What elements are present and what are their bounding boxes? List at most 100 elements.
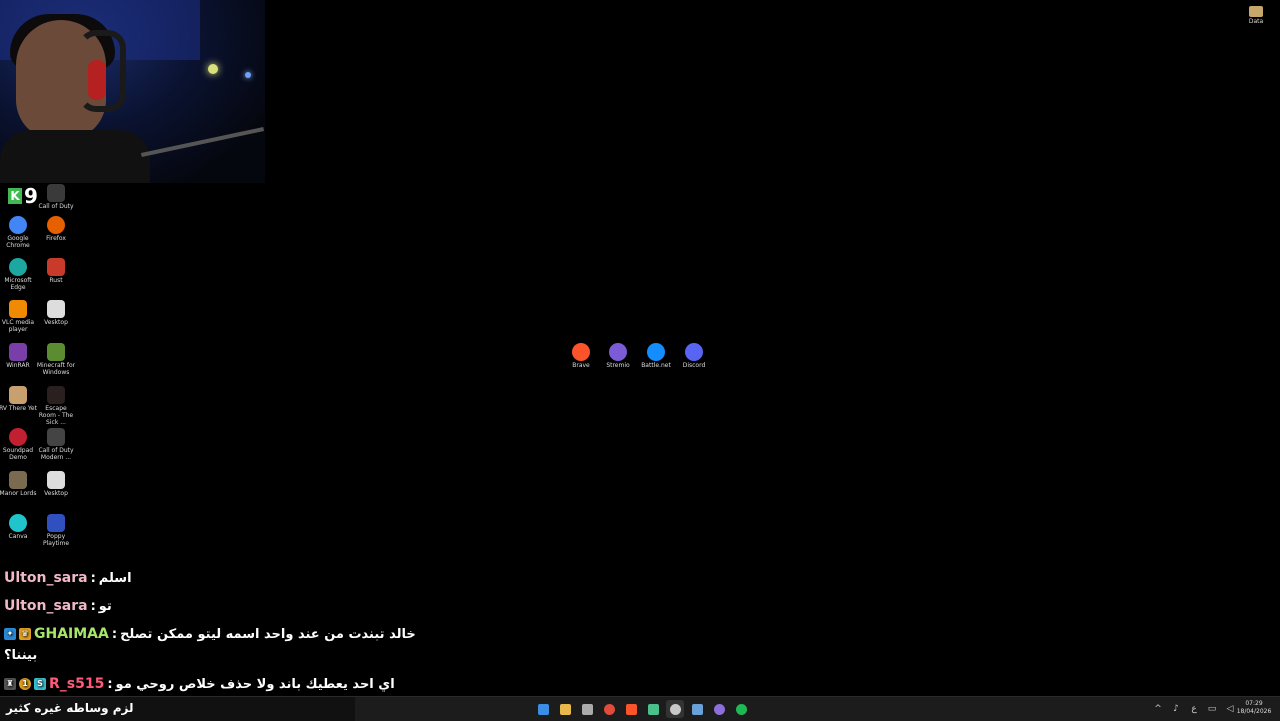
chevron-up-icon[interactable]: ^: [1152, 704, 1164, 714]
discord-icon: [685, 343, 703, 361]
vlc-icon: [9, 300, 27, 318]
desktop-icon[interactable]: Battle.net: [636, 343, 676, 369]
desktop-icon[interactable]: Rust: [36, 258, 76, 284]
chat-message: ✦ ♛ GHAIMAA : خالد تبندت من عند واحد اسم…: [4, 626, 416, 642]
vesktop-icon: [47, 471, 65, 489]
chat-text: اي احد يعطيك باند ولا حذف خلاص روحي مو: [115, 676, 395, 692]
minecraft-icon: [47, 343, 65, 361]
desktop-icon-label: Vesktop: [44, 319, 68, 326]
winrar-icon: [9, 343, 27, 361]
desktop-icon-label: Canva: [8, 533, 28, 540]
clock[interactable]: 07:29 18/04/2026: [1236, 700, 1272, 716]
desktop-icon[interactable]: Vesktop: [36, 471, 76, 497]
language-icon[interactable]: ع: [1188, 704, 1200, 714]
rv-there-yet-icon: [9, 386, 27, 404]
taskbar-windows-start-button[interactable]: [534, 700, 552, 718]
escape-room-icon: [47, 386, 65, 404]
desktop-icon-label: Google Chrome: [6, 235, 30, 249]
file-explorer-icon: [559, 703, 571, 715]
crown-badge-icon: ♛: [19, 628, 31, 640]
clock-date: 18/04/2026: [1236, 708, 1272, 715]
taskbar-steam-alt-button[interactable]: [688, 700, 706, 718]
edge-icon: [9, 258, 27, 276]
taskbar-spotify-button[interactable]: [732, 700, 750, 718]
desktop-icon[interactable]: RV There Yet: [0, 386, 38, 412]
battlenet-icon: [647, 343, 665, 361]
desktop-icon[interactable]: Brave: [561, 343, 601, 369]
taskbar-steam-button[interactable]: [666, 700, 684, 718]
brave-icon: [572, 343, 590, 361]
desktop-icon-label: Manor Lords: [0, 490, 37, 497]
chat-text: خالد تبندت من عند واحد اسمه ليتو ممكن تص…: [120, 626, 416, 642]
canva-icon: [9, 514, 27, 532]
display-icon[interactable]: ▭: [1206, 704, 1218, 714]
vesktop-icon: [47, 300, 65, 318]
taskbar-chrome-button[interactable]: [600, 700, 618, 718]
desktop-icon[interactable]: Call of Duty Modern ...: [36, 428, 76, 461]
taskbar-apps: [534, 700, 750, 718]
desktop-icon-label: Escape Room - The Sick ...: [38, 405, 74, 426]
desktop-icon[interactable]: Poppy Playtime: [36, 514, 76, 547]
desktop-icon[interactable]: Manor Lords: [0, 471, 38, 497]
desktop-icon[interactable]: VLC media player: [0, 300, 38, 333]
call-of-duty-modern-icon: [47, 428, 65, 446]
taskbar-search-text: لزم وساطه غيره كثير: [6, 701, 134, 715]
clock-time: 07:29: [1245, 700, 1263, 707]
steam-icon: [669, 703, 681, 715]
store-icon: [581, 703, 593, 715]
taskbar-app-button[interactable]: [644, 700, 662, 718]
chat-username: Ulton_sara: [4, 598, 88, 614]
desktop-icon-label: Discord: [682, 362, 706, 369]
desktop-icon[interactable]: WinRAR: [0, 343, 38, 369]
chat-separator: :: [90, 570, 96, 586]
desktop-icon-label: WinRAR: [6, 362, 30, 369]
desktop-icon[interactable]: Escape Room - The Sick ...: [36, 386, 76, 426]
chat-message: ♜ 1 S R_s515 : اي احد يعطيك باند ولا حذف…: [4, 676, 395, 692]
desktop-icon[interactable]: Vesktop: [36, 300, 76, 326]
desktop-icon[interactable]: Discord: [674, 343, 714, 369]
desktop-icon[interactable]: Call of Duty: [36, 184, 76, 210]
desktop-icon[interactable]: Microsoft Edge: [0, 258, 38, 291]
chat-username: Ulton_sara: [4, 570, 88, 586]
taskbar-search[interactable]: لزم وساطه غيره كثير: [0, 697, 355, 721]
desktop-icon-label: Soundpad Demo: [2, 447, 34, 461]
chat-message-continuation: بيننا؟: [4, 648, 37, 663]
desktop-icon-label: Vesktop: [44, 490, 68, 497]
taskbar-store-button[interactable]: [578, 700, 596, 718]
chat-username: R_s515: [49, 676, 105, 692]
chat-username: GHAIMAA: [34, 626, 109, 642]
desktop-icon-label: Rust: [49, 277, 63, 284]
desktop-icon[interactable]: Stremio: [598, 343, 638, 369]
taskbar-file-explorer-button[interactable]: [556, 700, 574, 718]
desktop-icon-label: Minecraft for Windows: [36, 362, 76, 376]
chat-message: Ulton_sara : تو: [4, 598, 112, 614]
chat-separator: :: [107, 676, 113, 692]
windows-start-icon: [537, 703, 549, 715]
desktop-icon-label: Firefox: [46, 235, 66, 242]
manor-lords-icon: [9, 471, 27, 489]
desktop-icon-data[interactable]: Data: [1236, 4, 1276, 25]
taskbar-discord-button[interactable]: [710, 700, 728, 718]
desktop-icon-label: Poppy Playtime: [42, 533, 70, 547]
desktop-icon[interactable]: Firefox: [36, 216, 76, 242]
chrome-icon: [603, 703, 615, 715]
taskbar-brave-button[interactable]: [622, 700, 640, 718]
vip-badge-icon: ✦: [4, 628, 16, 640]
brave-icon: [625, 703, 637, 715]
desktop-icon-label: Call of Duty: [38, 203, 74, 210]
desktop-icon[interactable]: Soundpad Demo: [0, 428, 38, 461]
desktop-icon[interactable]: Google Chrome: [0, 216, 38, 249]
desktop-icon-label: VLC media player: [1, 319, 35, 333]
volume-icon[interactable]: ◁: [1224, 704, 1236, 714]
desktop-icon-label: Call of Duty Modern ...: [38, 447, 74, 461]
steam-alt-icon: [691, 703, 703, 715]
desktop-icon-label: Battle.net: [641, 362, 671, 369]
sub-badge-icon: S: [34, 678, 46, 690]
kick-icon: K: [8, 188, 22, 204]
discord-icon: [713, 703, 725, 715]
desktop-icon-label: Microsoft Edge: [4, 277, 32, 291]
desktop-icon[interactable]: Canva: [0, 514, 38, 540]
desktop-icon[interactable]: Minecraft for Windows: [36, 343, 76, 376]
desktop-icon-label: Stremio: [606, 362, 630, 369]
mic-icon[interactable]: ♪: [1170, 704, 1182, 714]
